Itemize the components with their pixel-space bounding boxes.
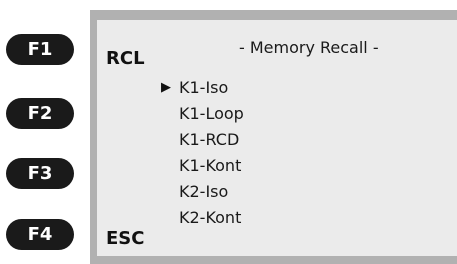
display-bezel: RCL ESC - Memory Recall - ▶ K1-Iso K1-Lo… xyxy=(90,10,457,264)
softkey-label-escape: ESC xyxy=(106,228,145,249)
display-screen: RCL ESC - Memory Recall - ▶ K1-Iso K1-Lo… xyxy=(97,20,457,256)
menu-title: - Memory Recall - xyxy=(239,38,379,57)
memory-item-label: K2-Kont xyxy=(179,208,242,227)
memory-list-item[interactable]: ▶ K1-Iso xyxy=(159,75,244,101)
f2-key[interactable]: F2 xyxy=(6,98,74,129)
softkey-label-recall: RCL xyxy=(106,48,145,69)
memory-list-item[interactable]: K2-Iso xyxy=(159,179,244,205)
memory-item-label: K2-Iso xyxy=(179,182,229,201)
selection-cursor-icon: ▶ xyxy=(161,80,171,95)
memory-item-label: K1-Iso xyxy=(179,78,229,97)
memory-item-label: K1-Loop xyxy=(179,104,244,123)
f4-key[interactable]: F4 xyxy=(6,219,74,250)
memory-list-item[interactable]: K1-Loop xyxy=(159,101,244,127)
memory-item-label: K1-Kont xyxy=(179,156,242,175)
memory-list-item[interactable]: K1-RCD xyxy=(159,127,244,153)
f3-key[interactable]: F3 xyxy=(6,158,74,189)
memory-list-item[interactable]: K2-Kont xyxy=(159,205,244,231)
memory-item-label: K1-RCD xyxy=(179,130,240,149)
f1-key[interactable]: F1 xyxy=(6,34,74,65)
memory-list-item[interactable]: K1-Kont xyxy=(159,153,244,179)
memory-list: ▶ K1-Iso K1-Loop K1-RCD K1-Kont K2-Iso K… xyxy=(159,75,244,231)
